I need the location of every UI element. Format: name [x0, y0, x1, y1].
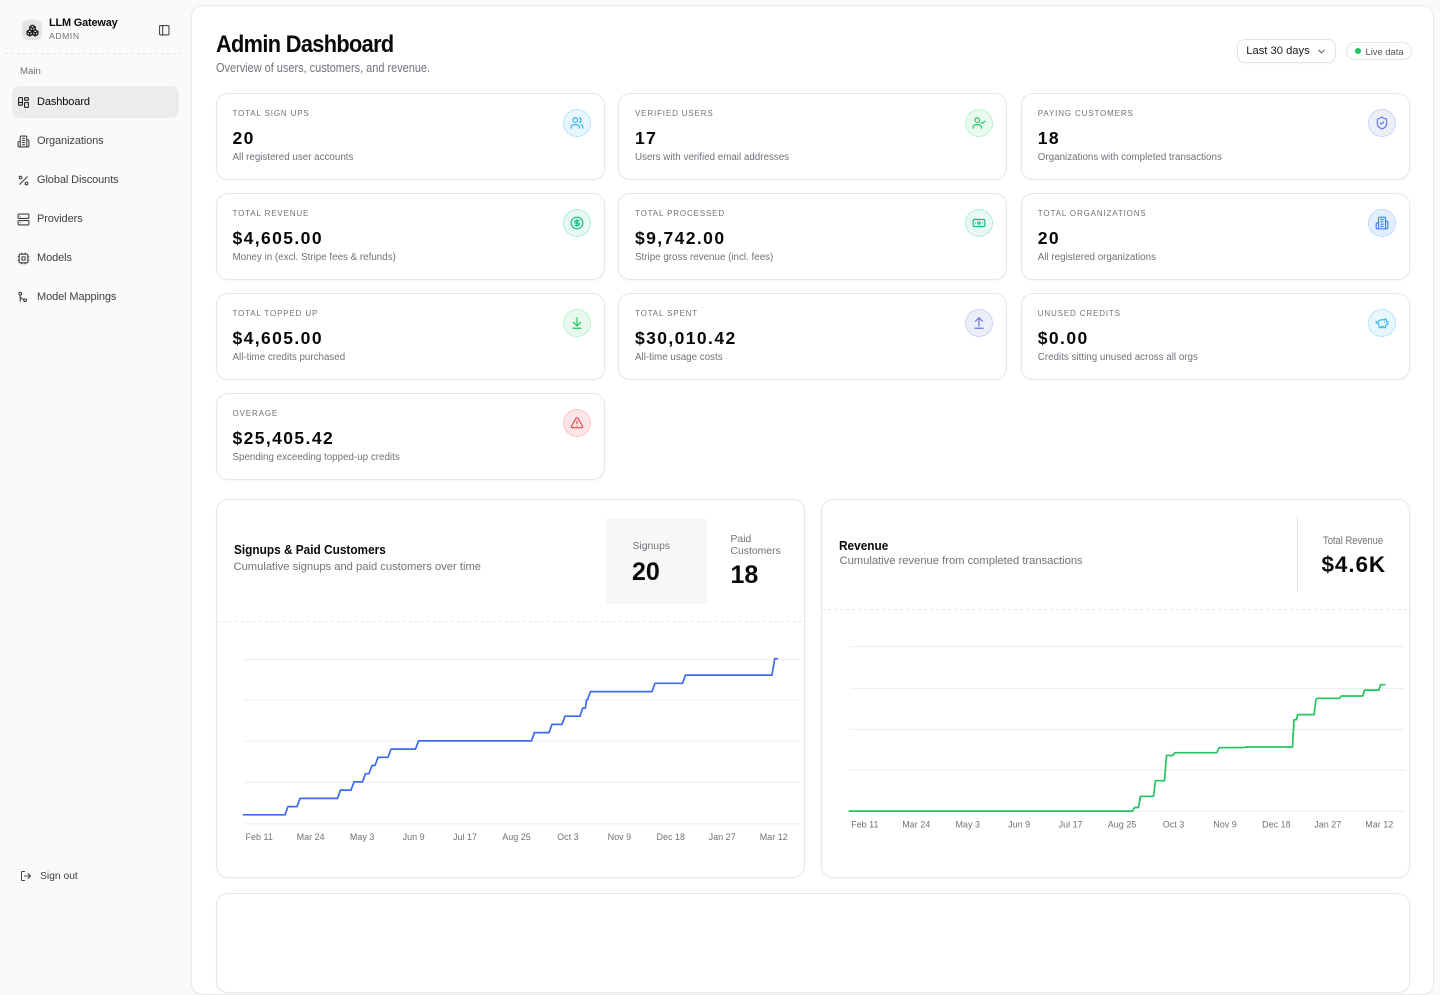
- svg-text:Mar 24: Mar 24: [296, 832, 324, 842]
- svg-text:Jan 27: Jan 27: [708, 832, 735, 842]
- svg-text:Dec 18: Dec 18: [1262, 820, 1291, 830]
- svg-text:Jun 9: Jun 9: [1008, 820, 1030, 830]
- svg-text:Mar 12: Mar 12: [759, 832, 787, 842]
- svg-text:Jul 17: Jul 17: [452, 832, 476, 842]
- svg-text:Jun 9: Jun 9: [402, 832, 424, 842]
- svg-text:Oct 3: Oct 3: [557, 832, 579, 842]
- svg-text:Mar 12: Mar 12: [1365, 820, 1393, 830]
- svg-text:Jul 17: Jul 17: [1058, 820, 1082, 830]
- svg-text:Nov 9: Nov 9: [1213, 820, 1237, 830]
- svg-text:May 3: May 3: [349, 832, 374, 842]
- svg-text:Nov 9: Nov 9: [607, 832, 631, 842]
- svg-text:Oct 3: Oct 3: [1162, 820, 1184, 830]
- svg-text:Feb 11: Feb 11: [851, 820, 878, 830]
- svg-text:Aug 25: Aug 25: [502, 832, 531, 842]
- svg-text:May 3: May 3: [955, 820, 980, 830]
- svg-text:Jan 27: Jan 27: [1314, 820, 1341, 830]
- svg-text:Mar 24: Mar 24: [902, 820, 930, 830]
- svg-text:Aug 25: Aug 25: [1107, 820, 1136, 830]
- svg-text:Dec 18: Dec 18: [656, 832, 685, 842]
- svg-text:Feb 11: Feb 11: [245, 832, 272, 842]
